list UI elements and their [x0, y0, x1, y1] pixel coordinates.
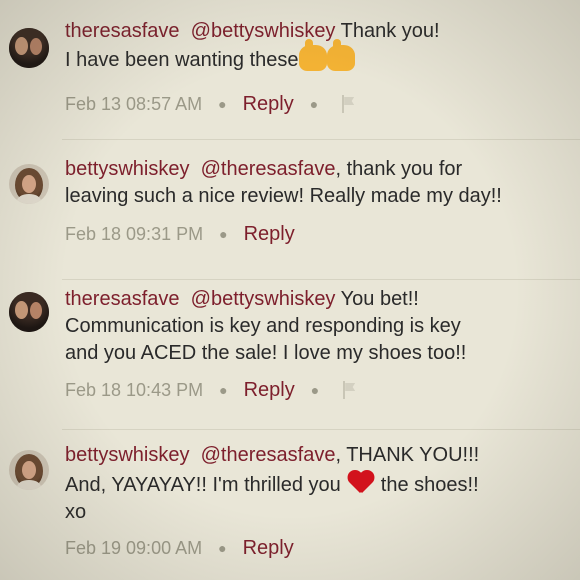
separator-dot: ●	[218, 540, 227, 556]
comment-item: theresasfave @bettyswhiskey You bet!! Co…	[0, 280, 580, 430]
separator-dot: ●	[218, 96, 227, 112]
comment-body: theresasfave @bettyswhiskey Thank you! I…	[65, 18, 575, 74]
comment-meta: Feb 18 10:43 PM ● Reply ●	[65, 378, 357, 402]
comment-text: Thank you!	[335, 20, 440, 42]
comment-item: bettyswhiskey @theresasfave, THANK YOU!!…	[0, 430, 580, 580]
comment-text: , thank you for	[335, 158, 463, 180]
comment-username[interactable]: bettyswhiskey	[65, 444, 190, 466]
comment-text-line3: and you ACED the sale! I love my shoes t…	[65, 342, 467, 364]
comment-text-line2: leaving such a nice review! Really made …	[65, 185, 502, 207]
comment-item: bettyswhiskey @theresasfave, thank you f…	[0, 140, 580, 280]
comment-text-line3: xo	[65, 501, 87, 523]
comment-body: theresasfave @bettyswhiskey You bet!! Co…	[65, 286, 575, 367]
reply-link[interactable]: Reply	[243, 93, 294, 116]
avatar[interactable]	[9, 292, 49, 332]
comment-item: theresasfave @bettyswhiskey Thank you! I…	[0, 0, 580, 140]
comment-timestamp: Feb 13 08:57 AM	[65, 93, 203, 114]
comment-username[interactable]: theresasfave	[65, 288, 180, 310]
comment-text: You bet!!	[335, 288, 419, 310]
flag-icon[interactable]	[340, 95, 356, 113]
comment-mention[interactable]: @theresasfave	[201, 444, 336, 466]
comment-meta: Feb 18 09:31 PM ● Reply	[65, 222, 295, 246]
comment-meta: Feb 19 09:00 AM ● Reply	[65, 536, 294, 560]
comment-mention[interactable]: @bettyswhiskey	[191, 288, 336, 310]
flag-icon[interactable]	[341, 381, 357, 399]
comment-text-line2: And, YAYAYAY!! I'm thrilled you	[65, 474, 341, 496]
comment-timestamp: Feb 18 10:43 PM	[65, 379, 204, 400]
comment-text: , THANK YOU!!!	[335, 444, 480, 466]
separator-dot: ●	[310, 382, 320, 398]
avatar[interactable]	[9, 164, 49, 204]
heart-icon	[347, 469, 375, 497]
separator-dot: ●	[309, 96, 319, 112]
comment-text-line2-end: the shoes!!	[380, 474, 479, 496]
comment-text-line2: Communication is key and responding is k…	[65, 315, 461, 337]
comment-body: bettyswhiskey @theresasfave, thank you f…	[65, 156, 575, 210]
comment-mention[interactable]: @theresasfave	[201, 158, 336, 180]
comment-body: bettyswhiskey @theresasfave, THANK YOU!!…	[65, 442, 575, 526]
avatar[interactable]	[9, 450, 49, 490]
comment-meta: Feb 13 08:57 AM ● Reply ●	[65, 92, 356, 116]
comment-username[interactable]: bettyswhiskey	[65, 158, 190, 180]
separator-dot: ●	[219, 382, 228, 398]
reply-link[interactable]: Reply	[244, 223, 295, 246]
comment-timestamp: Feb 18 09:31 PM	[65, 223, 204, 244]
comment-timestamp: Feb 19 09:00 AM	[65, 537, 203, 558]
avatar[interactable]	[9, 28, 49, 68]
thumbs-up-icon	[326, 39, 355, 71]
comment-text-line2: I have been wanting these	[65, 49, 299, 71]
separator-dot: ●	[219, 226, 228, 242]
reply-link[interactable]: Reply	[244, 379, 295, 402]
reply-link[interactable]: Reply	[243, 537, 294, 560]
comment-mention[interactable]: @bettyswhiskey	[191, 20, 336, 42]
comment-username[interactable]: theresasfave	[65, 20, 180, 42]
thumbs-up-icon	[298, 39, 327, 71]
